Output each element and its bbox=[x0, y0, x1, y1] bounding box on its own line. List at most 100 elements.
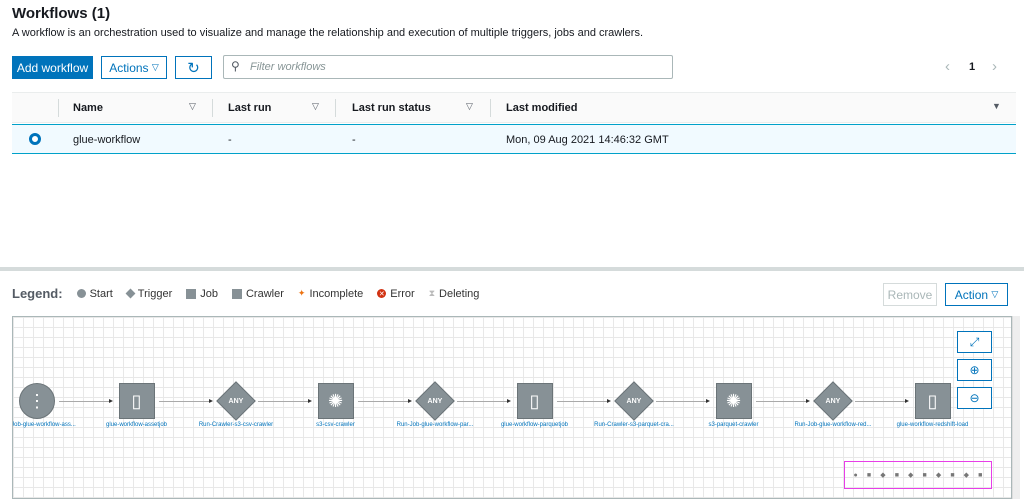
job-node[interactable]: ▯ bbox=[516, 383, 553, 419]
minimap-node: ■ bbox=[950, 471, 955, 479]
legend-crawler: Crawler bbox=[245, 287, 284, 300]
minimap-node: ◆ bbox=[935, 472, 942, 479]
trigger-node[interactable]: ANY bbox=[614, 381, 654, 421]
panel-resize-handle[interactable] bbox=[0, 267, 1024, 271]
crawler-node[interactable]: ✺ bbox=[715, 383, 752, 419]
node-label[interactable]: Run-Job-glue-workflow-ass... bbox=[13, 422, 77, 429]
search-icon: ⚲ bbox=[231, 59, 240, 73]
sort-icon[interactable]: ▽ bbox=[189, 101, 196, 112]
node-label[interactable]: Run-Crawler-s3-parquet-cra... bbox=[594, 422, 674, 429]
fit-to-screen-button[interactable]: ⤢ bbox=[957, 331, 992, 353]
last-run-status: - bbox=[352, 134, 356, 146]
zoom-out-icon: ⊖ bbox=[969, 391, 980, 405]
last-run: - bbox=[228, 134, 232, 146]
error-icon: ✕ bbox=[377, 289, 387, 298]
crawler-icon bbox=[231, 288, 242, 299]
legend-deleting: Deleting bbox=[439, 287, 480, 300]
expand-icon: ⤢ bbox=[969, 334, 980, 349]
crawler-node[interactable]: ✺ bbox=[317, 383, 354, 419]
minimap-node: ◆ bbox=[880, 472, 886, 479]
vertical-scrollbar[interactable] bbox=[1012, 316, 1020, 499]
table-row[interactable]: glue-workflow - - Mon, 09 Aug 2021 14:46… bbox=[12, 124, 1016, 154]
actions-label: Actions bbox=[109, 60, 149, 75]
legend-trigger: Trigger bbox=[137, 287, 173, 300]
last-modified: Mon, 09 Aug 2021 14:46:32 GMT bbox=[506, 134, 669, 146]
node-label[interactable]: s3-csv-crawler bbox=[296, 422, 376, 429]
workflow-graph-canvas[interactable]: ⤢ ⊕ ⊖ ● ■ ◆ ■ ◆ ■ ◆ ■ ◆ ■ ⋮ Run-Job-glue-workflow-… bbox=[12, 316, 1012, 499]
edge-arrow bbox=[855, 399, 909, 403]
action-label: Action bbox=[954, 287, 989, 302]
filter-workflows-input[interactable]: Filter workflows bbox=[223, 55, 673, 79]
trigger-text: ANY bbox=[427, 397, 443, 405]
trigger-node[interactable]: ANY bbox=[813, 381, 853, 421]
refresh-button[interactable]: ↻ bbox=[175, 56, 212, 79]
page-number[interactable]: 1 bbox=[969, 61, 975, 73]
minimap-node: ● bbox=[853, 471, 858, 479]
sort-icon[interactable]: ▽ bbox=[312, 101, 319, 112]
next-page-icon[interactable]: › bbox=[992, 58, 997, 75]
page-title: Workflows (1) bbox=[12, 5, 111, 22]
workflow-name[interactable]: glue-workflow bbox=[73, 134, 140, 146]
column-last-modified[interactable]: Last modified bbox=[506, 102, 578, 114]
hourglass-icon: ⧗ bbox=[428, 288, 436, 298]
minimap-node: ◆ bbox=[908, 472, 914, 479]
zoom-in-icon: ⊕ bbox=[969, 363, 980, 377]
node-label[interactable]: glue-workflow-assetjob bbox=[97, 422, 177, 429]
edge-arrow bbox=[457, 399, 511, 403]
node-label[interactable]: glue-workflow-redshift-load bbox=[893, 422, 973, 429]
refresh-icon: ↻ bbox=[187, 59, 200, 77]
start-node[interactable]: ⋮ bbox=[19, 383, 55, 419]
edge-arrow bbox=[258, 399, 312, 403]
node-label[interactable]: glue-workflow-parquetjob bbox=[495, 422, 575, 429]
edge-arrow bbox=[59, 399, 113, 403]
edge-arrow bbox=[755, 399, 810, 403]
column-name[interactable]: Name bbox=[73, 102, 103, 114]
minimap-node: ◆ bbox=[963, 472, 970, 479]
sort-icon[interactable]: ▼ bbox=[992, 101, 1001, 111]
legend-error: Error bbox=[390, 287, 415, 300]
legend-start: Start bbox=[89, 287, 113, 300]
node-label[interactable]: Run-Job-glue-workflow-red... bbox=[793, 422, 873, 429]
job-node[interactable]: ▯ bbox=[118, 383, 155, 419]
add-workflow-button[interactable]: Add workflow bbox=[12, 56, 93, 79]
prev-page-icon[interactable]: ‹ bbox=[945, 58, 950, 75]
actions-dropdown[interactable]: Actions ▽ bbox=[101, 56, 167, 79]
trigger-node[interactable]: ANY bbox=[415, 381, 455, 421]
caret-down-icon: ▽ bbox=[991, 289, 999, 299]
column-last-run-status[interactable]: Last run status bbox=[352, 102, 431, 114]
trigger-node[interactable]: ANY bbox=[216, 381, 256, 421]
clipboard-icon: ▯ bbox=[529, 390, 540, 411]
minimap-node: ■ bbox=[866, 471, 872, 479]
node-label[interactable]: Run-Job-glue-workflow-par... bbox=[395, 422, 475, 429]
row-radio[interactable] bbox=[29, 133, 41, 145]
sort-icon[interactable]: ▽ bbox=[466, 101, 473, 112]
start-icon bbox=[76, 289, 86, 298]
trigger-text: ANY bbox=[228, 397, 244, 405]
trigger-icon bbox=[125, 288, 136, 299]
edge-arrow bbox=[357, 399, 412, 403]
trigger-text: ANY bbox=[825, 397, 841, 405]
traffic-light-icon: ⋮ bbox=[28, 390, 46, 411]
remove-button[interactable]: Remove bbox=[883, 283, 937, 306]
node-label[interactable]: s3-parquet-crawler bbox=[694, 422, 774, 429]
zoom-out-button[interactable]: ⊖ bbox=[957, 387, 992, 409]
legend-job: Job bbox=[200, 287, 218, 300]
spider-icon: ✺ bbox=[725, 390, 742, 411]
incomplete-icon: ✦ bbox=[297, 288, 306, 298]
minimap-node: ■ bbox=[922, 471, 927, 479]
zoom-in-button[interactable]: ⊕ bbox=[957, 359, 992, 381]
minimap[interactable]: ● ■ ◆ ■ ◆ ■ ◆ ■ ◆ ■ bbox=[844, 461, 992, 489]
column-last-run[interactable]: Last run bbox=[228, 102, 271, 114]
clipboard-icon: ▯ bbox=[927, 390, 938, 411]
job-icon bbox=[186, 288, 197, 299]
edge-arrow bbox=[556, 399, 611, 403]
job-node[interactable]: ▯ bbox=[914, 383, 951, 419]
node-label[interactable]: Run-Crawler-s3-csv-crawler bbox=[196, 422, 276, 429]
minimap-node: ■ bbox=[894, 471, 899, 479]
trigger-text: ANY bbox=[626, 397, 642, 405]
legend-title: Legend: bbox=[12, 286, 63, 301]
action-dropdown[interactable]: Action ▽ bbox=[945, 283, 1008, 306]
page-description: A workflow is an orchestration used to v… bbox=[12, 27, 644, 39]
table-header: Name ▽ Last run ▽ Last run status ▽ Last mo… bbox=[12, 92, 1016, 123]
edge-arrow bbox=[656, 399, 710, 403]
